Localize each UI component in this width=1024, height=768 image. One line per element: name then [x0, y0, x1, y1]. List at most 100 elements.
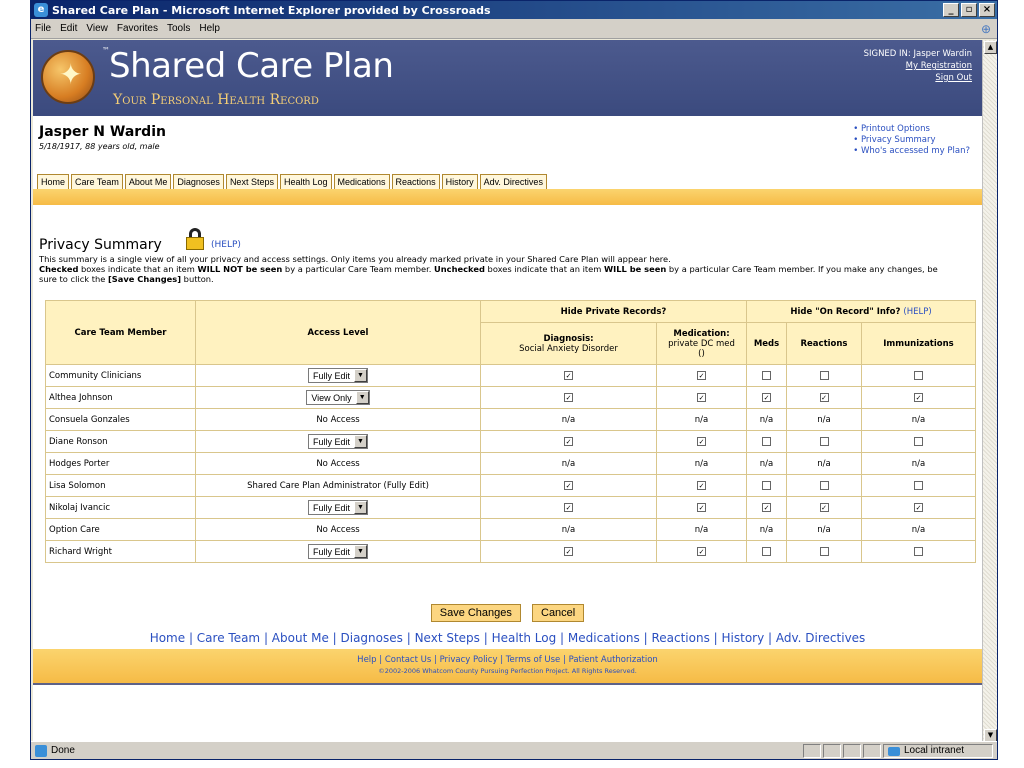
table-row: Option Care No Access n/a n/a n/a n/a n/a: [45, 518, 976, 541]
bottom-nav-medications[interactable]: Medications: [568, 631, 640, 645]
bottom-nav-adv-directives[interactable]: Adv. Directives: [776, 631, 865, 645]
close-button[interactable]: ×: [979, 3, 995, 17]
na-cell: n/a: [759, 524, 774, 535]
status-text: Done: [31, 744, 803, 757]
footer-link-contact-us[interactable]: Contact Us: [385, 655, 431, 665]
menu-tools[interactable]: Tools: [167, 23, 190, 34]
access-cell: No Access: [195, 518, 481, 541]
hide-immunizations-checkbox[interactable]: ✓: [914, 502, 923, 512]
footer-link-terms-of-use[interactable]: Terms of Use: [506, 655, 561, 665]
bottom-nav-history[interactable]: History: [722, 631, 765, 645]
hide-medication-checkbox[interactable]: ✓: [697, 546, 706, 556]
access-level-select[interactable]: Fully Edit ▼: [307, 500, 368, 515]
menu-bar: File Edit View Favorites Tools Help ⊕: [31, 19, 997, 39]
bottom-nav-reactions[interactable]: Reactions: [651, 631, 709, 645]
access-level-select[interactable]: View Only ▼: [306, 390, 370, 405]
tab-adv-directives[interactable]: Adv. Directives: [479, 174, 547, 190]
bottom-nav-diagnoses[interactable]: Diagnoses: [341, 631, 403, 645]
chevron-down-icon[interactable]: ▼: [354, 501, 367, 514]
onrecord-help-link[interactable]: (HELP): [903, 307, 931, 317]
whos-accessed-link[interactable]: Who's accessed my Plan?: [853, 146, 970, 157]
window-titlebar: e Shared Care Plan - Microsoft Internet …: [31, 1, 997, 19]
cancel-button[interactable]: Cancel: [532, 604, 585, 622]
group-private-header: Hide Private Records?: [480, 300, 747, 323]
sign-out-link[interactable]: Sign Out: [864, 72, 972, 84]
hide-medication-checkbox[interactable]: ✓: [697, 436, 706, 446]
restore-button[interactable]: ▫: [961, 3, 977, 17]
bottom-nav-next-steps[interactable]: Next Steps: [415, 631, 480, 645]
desktop: e Shared Care Plan - Microsoft Internet …: [0, 0, 1024, 768]
hide-reactions-checkbox[interactable]: [819, 546, 829, 556]
hide-medication-checkbox[interactable]: ✓: [697, 480, 706, 490]
tab-about-me[interactable]: About Me: [124, 174, 172, 190]
hide-reactions-checkbox[interactable]: [819, 436, 829, 446]
hide-diagnosis-checkbox[interactable]: ✓: [564, 436, 573, 446]
tab-home[interactable]: Home: [37, 174, 70, 190]
hide-meds-checkbox[interactable]: [762, 370, 771, 380]
hide-reactions-checkbox[interactable]: [819, 370, 829, 380]
hide-meds-checkbox[interactable]: [762, 436, 771, 446]
access-level-select[interactable]: Fully Edit ▼: [307, 434, 368, 449]
bottom-nav-about-me[interactable]: About Me: [272, 631, 329, 645]
hide-immunizations-checkbox[interactable]: [914, 436, 923, 446]
hide-immunizations-checkbox[interactable]: [914, 480, 923, 490]
hide-diagnosis-checkbox[interactable]: ✓: [564, 546, 573, 556]
hide-diagnosis-checkbox[interactable]: ✓: [564, 480, 573, 490]
hide-medication-checkbox[interactable]: ✓: [697, 392, 706, 402]
hide-diagnosis-checkbox[interactable]: ✓: [564, 392, 573, 402]
access-level-select[interactable]: Fully Edit ▼: [307, 368, 368, 383]
hide-reactions-checkbox[interactable]: ✓: [819, 392, 829, 402]
tab-reactions[interactable]: Reactions: [391, 174, 440, 190]
hide-immunizations-checkbox[interactable]: [914, 370, 923, 380]
privacy-help-link[interactable]: (HELP): [211, 240, 241, 250]
hide-medication-checkbox[interactable]: ✓: [697, 502, 706, 512]
tab-health-log[interactable]: Health Log: [279, 174, 332, 190]
hide-meds-checkbox[interactable]: [762, 480, 771, 490]
chevron-down-icon[interactable]: ▼: [354, 369, 367, 382]
access-cell: Fully Edit ▼: [195, 430, 481, 453]
bottom-nav-health-log[interactable]: Health Log: [492, 631, 557, 645]
menu-file[interactable]: File: [35, 23, 51, 34]
browser-window: e Shared Care Plan - Microsoft Internet …: [30, 0, 998, 760]
menu-favorites[interactable]: Favorites: [117, 23, 158, 34]
footer-link-help[interactable]: Help: [357, 655, 376, 665]
hide-reactions-checkbox[interactable]: ✓: [819, 502, 829, 512]
tab-history[interactable]: History: [441, 174, 478, 190]
hide-immunizations-checkbox[interactable]: ✓: [914, 392, 923, 402]
na-cell: n/a: [817, 524, 831, 535]
status-panel: [863, 743, 881, 758]
page-icon: [35, 744, 47, 757]
footer-link-privacy-policy[interactable]: Privacy Policy: [440, 655, 498, 665]
scroll-up-icon[interactable]: ▲: [984, 41, 997, 54]
hide-immunizations-checkbox[interactable]: [914, 546, 923, 556]
footer-link-patient-authorization[interactable]: Patient Authorization: [569, 655, 658, 665]
access-level-select[interactable]: Fully Edit ▼: [307, 544, 368, 559]
hide-meds-checkbox[interactable]: [762, 546, 771, 556]
hide-medication-checkbox[interactable]: ✓: [697, 370, 706, 380]
table-row: Consuela Gonzales No Access n/a n/a n/a n/a n/…: [45, 408, 976, 431]
menu-edit[interactable]: Edit: [60, 23, 77, 34]
hide-meds-checkbox[interactable]: ✓: [762, 392, 771, 402]
vertical-scrollbar[interactable]: ▲ ▼: [982, 40, 997, 743]
bottom-nav-home[interactable]: Home: [150, 631, 185, 645]
menu-help[interactable]: Help: [199, 23, 220, 34]
hide-reactions-checkbox[interactable]: [819, 480, 829, 490]
tab-care-team[interactable]: Care Team: [71, 174, 123, 190]
tab-medications[interactable]: Medications: [333, 174, 390, 190]
chevron-down-icon[interactable]: ▼: [354, 545, 367, 558]
tab-next-steps[interactable]: Next Steps: [225, 174, 278, 190]
printout-options-link[interactable]: Printout Options: [853, 124, 970, 135]
chevron-down-icon[interactable]: ▼: [355, 391, 369, 404]
hide-diagnosis-checkbox[interactable]: ✓: [564, 502, 573, 512]
chevron-down-icon[interactable]: ▼: [354, 435, 367, 448]
save-changes-button[interactable]: Save Changes: [430, 604, 521, 622]
table-row: Richard Wright Fully Edit ▼ ✓ ✓: [45, 540, 976, 563]
hide-meds-checkbox[interactable]: ✓: [762, 502, 771, 512]
privacy-summary-link[interactable]: Privacy Summary: [853, 135, 970, 146]
my-registration-link[interactable]: My Registration: [864, 60, 972, 72]
hide-diagnosis-checkbox[interactable]: ✓: [564, 370, 573, 380]
bottom-nav-care-team[interactable]: Care Team: [197, 631, 260, 645]
menu-view[interactable]: View: [86, 23, 108, 34]
minimize-button[interactable]: _: [943, 3, 959, 17]
tab-diagnoses[interactable]: Diagnoses: [173, 174, 224, 190]
